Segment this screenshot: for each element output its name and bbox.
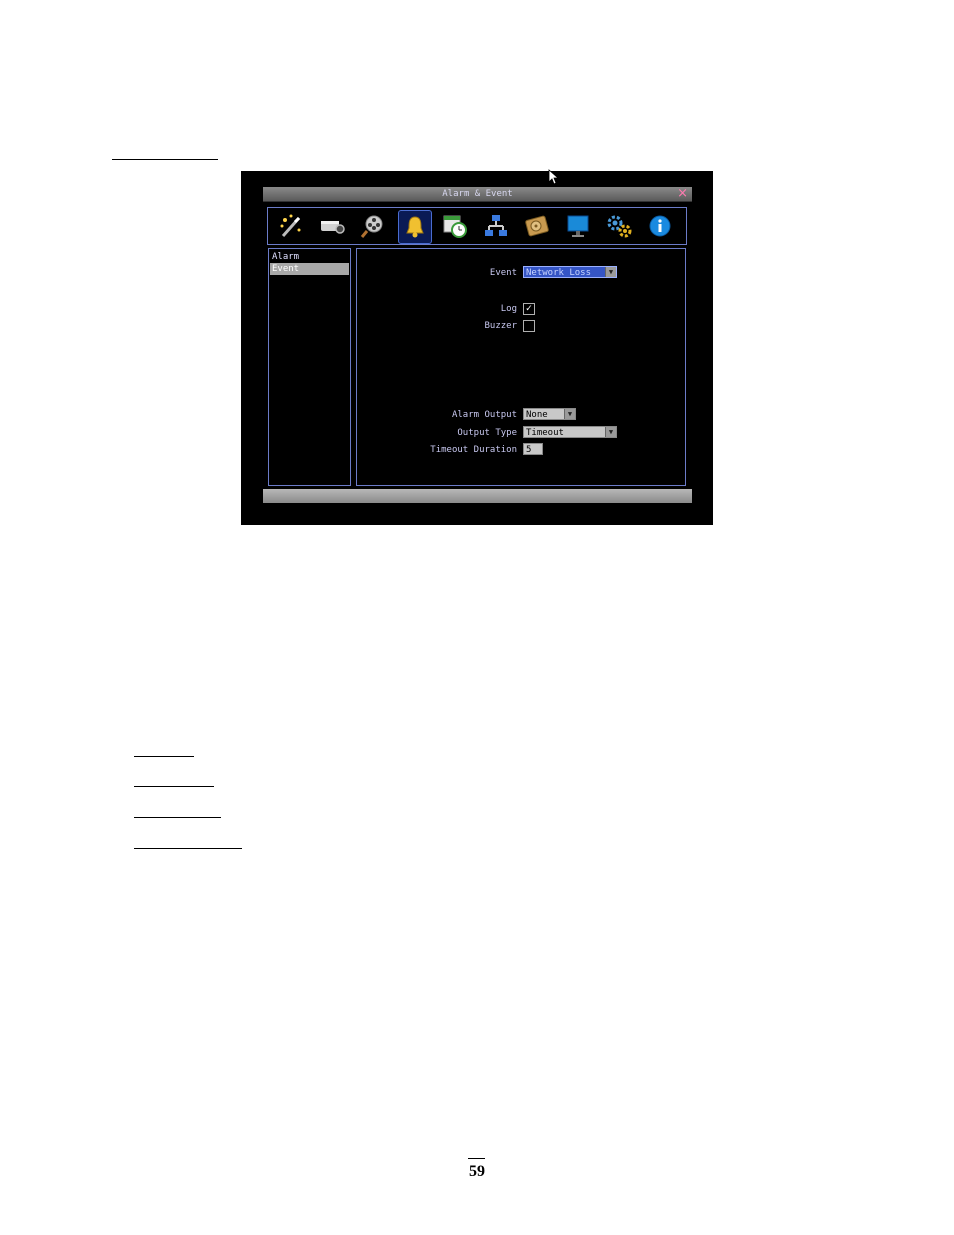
buzzer-checkbox[interactable] bbox=[523, 320, 535, 332]
sidebar: Alarm Event bbox=[268, 248, 351, 486]
output-type-label: Output Type bbox=[457, 428, 517, 438]
event-settings-panel: Event Network Loss ▼ Log ✓ Buzzer Alarm … bbox=[356, 248, 686, 486]
chevron-down-icon: ▼ bbox=[605, 267, 616, 277]
sidebar-item-alarm[interactable]: Alarm bbox=[270, 251, 349, 263]
log-checkbox[interactable]: ✓ bbox=[523, 303, 535, 315]
event-label: Event bbox=[489, 268, 517, 278]
chevron-down-icon: ▼ bbox=[605, 427, 616, 437]
window-title: Alarm & Event bbox=[442, 189, 513, 199]
log-checkbox-wrap: ✓ bbox=[523, 303, 535, 315]
gears-icon[interactable] bbox=[603, 210, 635, 242]
close-icon[interactable]: × bbox=[677, 187, 688, 201]
buzzer-label: Buzzer bbox=[484, 321, 517, 331]
timeout-duration-label: Timeout Duration bbox=[430, 445, 517, 455]
film-search-icon[interactable] bbox=[357, 210, 389, 242]
event-select-wrap: Network Loss ▼ bbox=[523, 266, 617, 278]
title-bar: Alarm & Event × bbox=[263, 187, 692, 202]
monitor-icon[interactable] bbox=[562, 210, 594, 242]
page-number-rule bbox=[468, 1158, 485, 1159]
alarm-output-value: None bbox=[526, 410, 548, 420]
output-type-value: Timeout bbox=[526, 428, 564, 438]
hdd-icon[interactable] bbox=[521, 210, 553, 242]
event-select-value: Network Loss bbox=[526, 268, 592, 278]
page-number: 59 bbox=[469, 1163, 485, 1180]
chevron-down-icon: ▼ bbox=[564, 409, 575, 419]
camera-icon[interactable] bbox=[316, 210, 348, 242]
event-select[interactable]: Network Loss ▼ bbox=[523, 266, 617, 278]
info-icon[interactable] bbox=[644, 210, 676, 242]
schedule-icon[interactable] bbox=[439, 210, 471, 242]
alarm-output-select[interactable]: None ▼ bbox=[523, 408, 576, 420]
wizard-icon[interactable] bbox=[275, 210, 307, 242]
list-underline-1 bbox=[134, 756, 194, 757]
list-underline-2 bbox=[134, 786, 214, 787]
heading-underline bbox=[112, 159, 218, 160]
alarm-output-label: Alarm Output bbox=[451, 410, 517, 420]
network-icon[interactable] bbox=[480, 210, 512, 242]
list-underline-4 bbox=[134, 848, 242, 849]
mouse-cursor-icon bbox=[548, 169, 558, 185]
log-label: Log bbox=[500, 304, 517, 314]
status-bar bbox=[263, 489, 692, 503]
output-type-wrap: Timeout ▼ bbox=[523, 426, 617, 438]
dvr-screenshot: Alarm & Event × Alarm Event Event Networ… bbox=[241, 169, 713, 525]
alarm-output-wrap: None ▼ bbox=[523, 408, 576, 420]
sidebar-item-event[interactable]: Event bbox=[270, 263, 349, 275]
buzzer-checkbox-wrap bbox=[523, 320, 535, 332]
toolbar bbox=[267, 207, 687, 245]
bell-icon[interactable] bbox=[398, 210, 432, 244]
timeout-duration-wrap: 5 bbox=[523, 443, 543, 455]
list-underline-3 bbox=[134, 817, 221, 818]
output-type-select[interactable]: Timeout ▼ bbox=[523, 426, 617, 438]
alarm-event-window: Alarm & Event × Alarm Event Event Networ… bbox=[263, 187, 692, 505]
timeout-duration-input[interactable]: 5 bbox=[523, 443, 543, 455]
